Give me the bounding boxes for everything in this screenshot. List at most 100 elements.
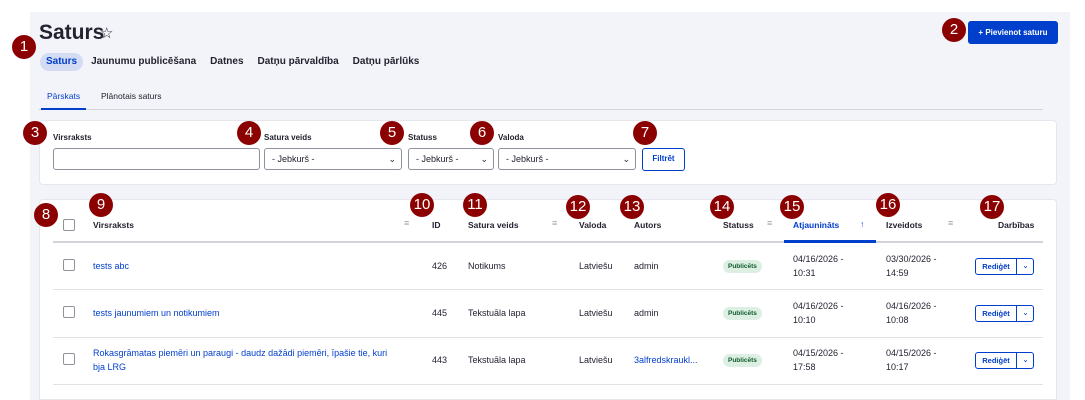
row-language: Latviešu (579, 261, 613, 271)
callout-marker: 10 (410, 193, 434, 217)
row-created-time: 10:17 (886, 362, 909, 372)
row-updated-date: 04/16/2026 - (793, 301, 844, 311)
title-filter-input[interactable] (53, 148, 260, 170)
row-divider (53, 337, 1043, 338)
tab-planotais-saturs[interactable]: Plānotais saturs (101, 88, 161, 110)
column-header-created[interactable]: Izveidots (886, 220, 922, 230)
title-filter-label: Virsraksts (53, 133, 92, 142)
row-title-link[interactable]: tests abc (93, 260, 129, 273)
column-header-id[interactable]: ID (432, 220, 441, 230)
edit-button[interactable]: Rediģēt (976, 353, 1017, 368)
row-created-date: 03/30/2026 - (886, 254, 937, 264)
callout-marker: 7 (633, 121, 657, 145)
sorted-column-indicator (784, 240, 876, 243)
primary-tabs: Saturs Jaunumu publicēšana Datnes Datņu … (40, 53, 427, 71)
row-created-date: 04/15/2026 - (886, 348, 937, 358)
status-filter-select[interactable]: - Jebkurš - ⌄ (408, 148, 494, 170)
sort-icon: ≡ (552, 218, 558, 228)
tab-datnes[interactable]: Datnes (204, 53, 249, 71)
select-all-checkbox[interactable] (63, 219, 75, 231)
secondary-tabs: Pārskats Plānotais saturs (39, 88, 1043, 110)
chevron-down-icon: ⌄ (480, 154, 488, 164)
table-header-divider (53, 241, 1043, 243)
row-author: admin (634, 308, 659, 318)
tab-jaunumu-publicesana[interactable]: Jaunumu publicēšana (85, 53, 202, 71)
row-type: Tekstuāla lapa (468, 308, 526, 318)
callout-marker: 2 (942, 18, 966, 42)
row-updated-time: 17:58 (793, 362, 816, 372)
page-title: Saturs (39, 21, 105, 44)
row-updated-date: 04/15/2026 - (793, 348, 844, 358)
callout-marker: 16 (876, 193, 900, 217)
callout-marker: 17 (980, 195, 1004, 219)
callout-marker: 14 (710, 195, 734, 219)
edit-button[interactable]: Rediģēt (976, 259, 1017, 274)
row-checkbox[interactable] (63, 259, 75, 271)
callout-marker: 13 (620, 195, 644, 219)
star-icon[interactable]: ☆ (100, 24, 113, 42)
language-filter-select[interactable]: - Jebkurš - ⌄ (498, 148, 636, 170)
row-updated-time: 10:10 (793, 315, 816, 325)
row-created-time: 10:08 (886, 315, 909, 325)
callout-marker: 5 (380, 121, 404, 145)
callout-marker: 9 (89, 193, 113, 217)
column-header-status[interactable]: Statuss (723, 220, 754, 230)
chevron-down-icon[interactable]: ⌄ (1018, 259, 1033, 274)
edit-dropbutton: Rediģēt ⌄ (975, 352, 1034, 369)
row-language: Latviešu (579, 355, 613, 365)
edit-dropbutton: Rediģēt ⌄ (975, 258, 1034, 275)
row-checkbox[interactable] (63, 353, 75, 365)
edit-button[interactable]: Rediģēt (976, 306, 1017, 321)
row-checkbox[interactable] (63, 306, 75, 318)
column-header-author[interactable]: Autors (634, 220, 661, 230)
row-divider (53, 289, 1043, 290)
sort-icon: ≡ (767, 218, 773, 228)
chevron-down-icon[interactable]: ⌄ (1018, 306, 1033, 321)
row-type: Tekstuāla lapa (468, 355, 526, 365)
column-header-updated[interactable]: Atjaunināts (793, 220, 839, 230)
row-id: 445 (432, 308, 448, 318)
add-content-button[interactable]: + Pievienot saturu (968, 21, 1058, 44)
edit-dropbutton: Rediģēt ⌄ (975, 305, 1034, 322)
column-header-language[interactable]: Valoda (579, 220, 606, 230)
row-language: Latviešu (579, 308, 613, 318)
callout-marker: 12 (566, 195, 590, 219)
tab-datnu-parvaldiba[interactable]: Datņu pārvaldība (252, 53, 345, 71)
row-title-link-line2[interactable]: bja LRG (93, 361, 126, 374)
row-updated-date: 04/16/2026 - (793, 254, 844, 264)
callout-marker: 6 (470, 121, 494, 145)
callout-marker: 1 (12, 35, 36, 59)
chevron-down-icon[interactable]: ⌄ (1018, 353, 1033, 368)
language-filter-label: Valoda (498, 133, 524, 142)
status-filter-label: Statuss (408, 133, 437, 142)
callout-marker: 11 (463, 193, 487, 217)
row-divider (53, 384, 1043, 385)
tab-parskats[interactable]: Pārskats (41, 88, 87, 110)
column-header-actions: Darbības (998, 220, 1035, 230)
type-filter-select[interactable]: - Jebkurš - ⌄ (264, 148, 402, 170)
status-badge: Publicēts (723, 307, 762, 320)
callout-marker: 4 (237, 121, 261, 145)
tab-saturs[interactable]: Saturs (40, 53, 84, 71)
sort-icon: ≡ (404, 218, 410, 228)
language-filter-value: - Jebkurš - (506, 154, 549, 164)
type-filter-value: - Jebkurš - (272, 154, 315, 164)
row-title-link[interactable]: tests jaunumiem un notikumiem (93, 307, 220, 320)
chevron-down-icon: ⌄ (388, 154, 396, 164)
status-badge: Publicēts (723, 260, 762, 273)
row-updated-time: 10:31 (793, 268, 816, 278)
arrow-up-icon: ↑ (860, 219, 865, 229)
callout-marker: 3 (23, 121, 47, 145)
column-header-title[interactable]: Virsraksts (93, 220, 134, 230)
row-id: 426 (432, 261, 448, 271)
row-type: Notikums (468, 261, 506, 271)
column-header-type[interactable]: Satura veids (468, 220, 519, 230)
row-created-date: 04/16/2026 - (886, 301, 937, 311)
chevron-down-icon: ⌄ (622, 154, 630, 164)
tab-datnu-parluks[interactable]: Datņu pārlūks (347, 53, 426, 71)
status-badge: Publicēts (723, 354, 762, 367)
filter-button[interactable]: Filtrēt (642, 148, 685, 171)
sort-icon: ≡ (948, 218, 954, 228)
row-author-link[interactable]: 3alfredskraukl... (634, 354, 698, 367)
row-title-link-line1[interactable]: Rokasgrāmatas piemēri un paraugi - daudz… (93, 347, 387, 360)
